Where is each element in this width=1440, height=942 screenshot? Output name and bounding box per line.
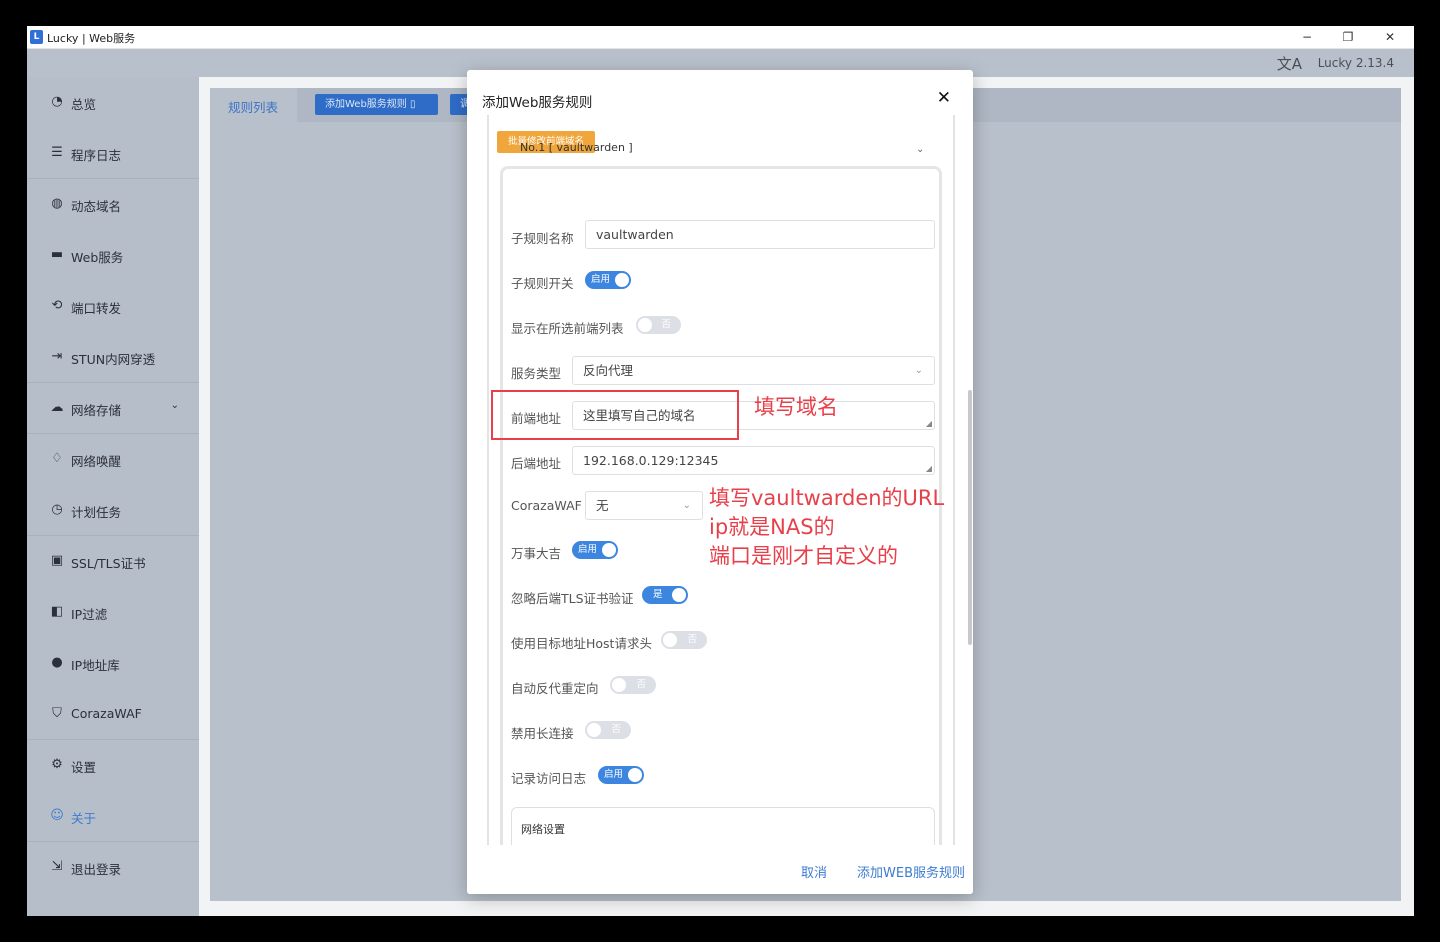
wanshi-toggle[interactable]: 启用 <box>572 541 618 559</box>
submit-button[interactable]: 添加WEB服务规则 <box>857 862 965 881</box>
switch-text: 启用 <box>604 769 624 780</box>
add-rule-dialog: 添加Web服务规则 ✕ 批量修改前端域名 No.1 [ vaultwarden … <box>467 70 973 894</box>
scrollbar[interactable] <box>968 390 972 645</box>
annotation-domain-note: 填写域名 <box>754 395 838 419</box>
access-log-label: 记录访问日志 <box>511 771 587 786</box>
annotation-backend-note-2: ip就是NAS的 <box>709 515 835 539</box>
switch-knob <box>672 588 686 602</box>
annotation-highlight-box <box>491 390 739 440</box>
resize-handle-icon[interactable]: ◢ <box>926 465 932 473</box>
subrule-name-input[interactable]: vaultwarden <box>585 220 935 249</box>
switch-text: 启用 <box>591 274 611 285</box>
ignore-tls-label: 忽略后端TLS证书验证 <box>511 591 634 606</box>
dialog-footer: 取消 添加WEB服务规则 <box>467 845 973 894</box>
chevron-down-icon: ⌄ <box>914 365 923 376</box>
switch-knob <box>638 318 652 332</box>
disable-keepalive-toggle[interactable]: 否 <box>585 721 631 739</box>
switch-knob <box>587 723 601 737</box>
switch-knob <box>663 633 677 647</box>
cancel-button[interactable]: 取消 <box>801 862 827 881</box>
service-type-select[interactable]: 反向代理 ⌄ <box>572 356 935 385</box>
switch-knob <box>615 273 629 287</box>
subrule-name-label: 子规则名称 <box>511 231 574 246</box>
auto-redirect-toggle[interactable]: 否 <box>610 676 656 694</box>
use-host-toggle[interactable]: 否 <box>661 631 707 649</box>
switch-knob <box>602 543 616 557</box>
backend-address-input[interactable]: 192.168.0.129:12345 ◢ <box>572 446 935 475</box>
show-in-list-label: 显示在所选前端列表 <box>511 321 624 336</box>
annotation-backend-note-3: 端口是刚才自定义的 <box>709 544 898 568</box>
subrule-header[interactable]: No.1 [ vaultwarden ] <box>520 141 633 154</box>
backend-address-label: 后端地址 <box>511 456 562 471</box>
disable-keepalive-label: 禁用长连接 <box>511 726 574 741</box>
select-value: 反向代理 <box>583 363 634 378</box>
switch-text: 是 <box>653 589 663 600</box>
dialog-title: 添加Web服务规则 <box>482 95 593 111</box>
annotation-backend-note-1: 填写vaultwarden的URL <box>709 486 945 510</box>
switch-text: 启用 <box>578 544 598 555</box>
access-log-toggle[interactable]: 启用 <box>598 766 644 784</box>
switch-knob <box>628 768 642 782</box>
waf-select[interactable]: 无 ⌄ <box>585 491 703 520</box>
ignore-tls-toggle[interactable]: 是 <box>642 586 688 604</box>
switch-text: 否 <box>611 724 621 735</box>
switch-knob <box>612 678 626 692</box>
auto-redirect-label: 自动反代重定向 <box>511 681 599 696</box>
resize-handle-icon[interactable]: ◢ <box>926 420 932 428</box>
chevron-down-icon[interactable]: ⌄ <box>916 144 924 155</box>
wanshi-label: 万事大吉 <box>511 546 562 561</box>
modal-overlay: 添加Web服务规则 ✕ 批量修改前端域名 No.1 [ vaultwarden … <box>0 0 1440 942</box>
switch-text: 否 <box>687 634 697 645</box>
select-value: 无 <box>596 498 609 513</box>
chevron-down-icon: ⌄ <box>682 500 691 511</box>
input-value: 192.168.0.129:12345 <box>583 453 719 468</box>
show-in-list-toggle[interactable]: 否 <box>636 316 681 334</box>
waf-label: CorazaWAF <box>511 498 582 513</box>
subrule-toggle[interactable]: 启用 <box>585 271 631 289</box>
subrule-switch-label: 子规则开关 <box>511 276 574 291</box>
network-settings-title: 网络设置 <box>521 823 565 836</box>
switch-text: 否 <box>661 319 671 330</box>
close-icon[interactable]: ✕ <box>937 88 951 108</box>
use-host-label: 使用目标地址Host请求头 <box>511 636 652 651</box>
switch-text: 否 <box>636 679 646 690</box>
service-type-label: 服务类型 <box>511 366 562 381</box>
